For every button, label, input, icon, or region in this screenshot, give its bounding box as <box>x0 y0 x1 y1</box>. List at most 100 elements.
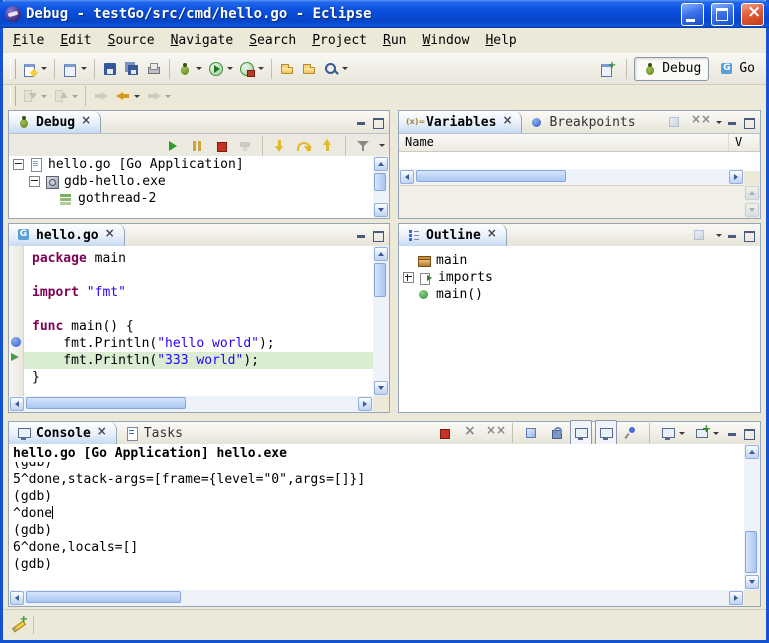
sort-button[interactable] <box>688 222 710 248</box>
close-icon[interactable] <box>79 115 93 129</box>
code-line[interactable]: func main() { <box>24 318 373 335</box>
debug-tree-item[interactable]: gothread-2 <box>9 190 373 207</box>
perspective-debug-button[interactable]: Debug <box>634 57 709 81</box>
show-on-stderr-button[interactable] <box>595 420 617 446</box>
toolbar-drag-handle[interactable] <box>10 59 16 79</box>
scrollbar-thumb[interactable] <box>374 263 386 297</box>
debug-tree-item[interactable]: hello.go [Go Application] <box>9 156 373 173</box>
detail-vertical-scrollbar[interactable] <box>744 185 760 218</box>
minimize-view-icon[interactable] <box>354 228 368 242</box>
tab-tasks[interactable]: Tasks <box>117 422 190 444</box>
scrollbar-thumb[interactable] <box>26 591 181 603</box>
remove-launch-button[interactable] <box>458 420 480 446</box>
maximize-view-icon[interactable] <box>742 115 756 129</box>
editor-horizontal-scrollbar[interactable] <box>9 396 373 412</box>
scroll-up-button[interactable] <box>374 157 388 171</box>
titlebar[interactable]: Debug - testGo/src/cmd/hello.go - Eclips… <box>0 0 769 28</box>
disconnect-button[interactable] <box>234 133 256 159</box>
remove-all-launches-button[interactable] <box>483 420 505 446</box>
scrollbar-thumb[interactable] <box>26 397 186 409</box>
scrollbar-thumb[interactable] <box>374 173 386 191</box>
debug-tree[interactable]: hello.go [Go Application] gdb-hello.exe … <box>9 156 373 218</box>
external-tools-button[interactable] <box>236 56 267 82</box>
scroll-right-button[interactable] <box>729 170 743 184</box>
forward-button[interactable] <box>143 83 174 109</box>
scroll-down-button[interactable] <box>374 381 388 395</box>
debug-tree-item[interactable]: gdb-hello.exe <box>9 173 373 190</box>
outline-item[interactable]: main() <box>399 286 760 303</box>
resume-button[interactable] <box>162 133 184 159</box>
tab-variables[interactable]: Variables <box>399 111 522 133</box>
tab-debug[interactable]: Debug <box>9 111 101 133</box>
menu-help[interactable]: Help <box>477 30 524 52</box>
console-vertical-scrollbar[interactable] <box>744 444 760 590</box>
annotation-ruler[interactable] <box>9 246 24 396</box>
close-button[interactable] <box>741 3 764 26</box>
terminate-button[interactable] <box>210 133 232 159</box>
scrollbar-thumb[interactable] <box>745 531 757 573</box>
maximize-view-icon[interactable] <box>371 228 385 242</box>
close-icon[interactable] <box>485 228 499 242</box>
menu-run[interactable]: Run <box>375 30 414 52</box>
code-line[interactable] <box>24 267 373 284</box>
terminate-process-button[interactable] <box>433 420 455 446</box>
view-menu-chevron-icon[interactable] <box>379 144 385 147</box>
scroll-up-button[interactable] <box>745 186 759 200</box>
scroll-left-button[interactable] <box>10 591 24 605</box>
debug-launch-button[interactable] <box>174 56 205 82</box>
debug-vertical-scrollbar[interactable] <box>373 156 389 218</box>
code-line-current-debug[interactable]: fmt.Println("333 world"); <box>24 352 373 369</box>
scroll-right-button[interactable] <box>729 591 743 605</box>
variables-detail-pane[interactable] <box>399 185 744 218</box>
menu-search[interactable]: Search <box>241 30 304 52</box>
code-line[interactable]: package main <box>24 250 373 267</box>
new-wizard-button[interactable] <box>19 56 50 82</box>
save-all-button[interactable] <box>121 56 143 82</box>
scroll-right-button[interactable] <box>358 397 372 411</box>
maximize-view-icon[interactable] <box>742 228 756 242</box>
close-icon[interactable] <box>95 426 109 440</box>
console-output[interactable]: (gdb) 5^done,stack-args=[frame={level="0… <box>9 462 744 590</box>
step-over-button[interactable] <box>293 133 315 159</box>
display-selected-console-button[interactable] <box>657 420 688 446</box>
show-type-names-button[interactable] <box>663 109 685 135</box>
scroll-up-button[interactable] <box>374 247 388 261</box>
tab-outline[interactable]: Outline <box>399 224 507 246</box>
code-line[interactable] <box>24 301 373 318</box>
menu-project[interactable]: Project <box>304 30 375 52</box>
menu-window[interactable]: Window <box>414 30 477 52</box>
scroll-lock-button[interactable] <box>545 420 567 446</box>
open-resource-button[interactable] <box>298 56 320 82</box>
view-menu-chevron-icon[interactable] <box>716 234 722 237</box>
maximize-view-icon[interactable] <box>742 426 756 440</box>
tab-hello-go[interactable]: hello.go <box>9 224 125 246</box>
variables-horizontal-scrollbar[interactable] <box>399 169 744 185</box>
back-button[interactable] <box>112 83 143 109</box>
last-edit-location-button[interactable] <box>90 83 112 109</box>
open-console-button[interactable] <box>691 420 722 446</box>
search-button[interactable] <box>320 56 351 82</box>
fast-view-icon[interactable] <box>11 617 27 633</box>
scrollbar-thumb[interactable] <box>416 170 566 182</box>
run-launch-button[interactable] <box>205 56 236 82</box>
clear-console-button[interactable] <box>520 420 542 446</box>
outline-item[interactable]: imports <box>399 269 760 286</box>
tab-breakpoints[interactable]: Breakpoints <box>522 111 642 133</box>
collapse-expander-icon[interactable] <box>29 176 40 187</box>
next-annotation-button[interactable] <box>19 83 50 109</box>
pin-console-button[interactable] <box>620 420 642 446</box>
print-button[interactable] <box>143 56 165 82</box>
save-button[interactable] <box>99 56 121 82</box>
minimize-view-icon[interactable] <box>725 426 739 440</box>
close-icon[interactable] <box>103 228 117 242</box>
code-area[interactable]: package main import "fmt" func main() { … <box>24 246 373 396</box>
menu-edit[interactable]: Edit <box>52 30 99 52</box>
name-column-header[interactable]: Name <box>399 134 729 151</box>
scroll-left-button[interactable] <box>400 170 414 184</box>
minimize-button[interactable] <box>681 3 704 26</box>
scroll-down-button[interactable] <box>745 203 759 217</box>
open-perspective-button[interactable] <box>597 56 619 82</box>
outline-tree[interactable]: main imports main() <box>399 246 760 412</box>
previous-annotation-button[interactable] <box>50 83 81 109</box>
collapse-all-button[interactable] <box>688 109 710 135</box>
